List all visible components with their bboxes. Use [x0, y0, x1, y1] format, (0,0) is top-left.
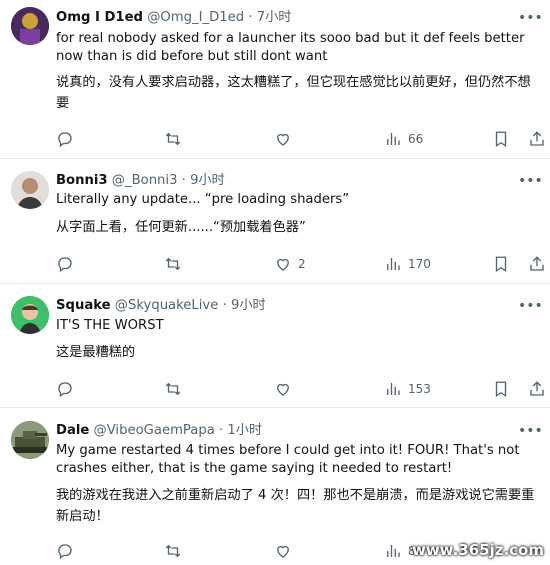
- timestamp[interactable]: 7小时: [257, 10, 292, 25]
- timestamp[interactable]: 1小时: [227, 423, 262, 438]
- tweet[interactable]: Squake @SkyquakeLive · 9小时 ••• IT'S THE …: [0, 284, 550, 408]
- tweet-header: Bonni3 @_Bonni3 · 9小时: [56, 172, 225, 190]
- tweet[interactable]: Omg I D1ed @Omg_I_D1ed · 7小时 ••• for rea…: [0, 0, 550, 159]
- like-button[interactable]: [274, 379, 298, 399]
- bookmark-button[interactable]: [492, 129, 510, 149]
- tweet-text: IT'S THE WORST: [56, 318, 164, 333]
- tweet-translation: 说真的，没有人要求启动器，这太糟糕了，但它现在感觉比以前更好，但仍然不想要: [56, 75, 531, 111]
- retweet-icon: [165, 257, 181, 271]
- like-icon: [277, 258, 289, 271]
- views-count: 66: [408, 132, 424, 146]
- retweet-button[interactable]: [164, 129, 182, 149]
- like-icon: [277, 545, 289, 558]
- views-button[interactable]: 170: [384, 254, 431, 274]
- display-name[interactable]: Omg I D1ed: [56, 10, 143, 25]
- bookmark-button[interactable]: [492, 379, 510, 399]
- tweet[interactable]: Dale @VibeoGaemPapa · 1小时 ••• My game re…: [0, 408, 550, 565]
- share-icon: [530, 256, 544, 271]
- reply-button[interactable]: [56, 254, 74, 274]
- more-icon[interactable]: •••: [518, 423, 543, 439]
- bookmark-icon: [495, 381, 507, 398]
- share-button[interactable]: [528, 129, 546, 149]
- user-handle[interactable]: @Omg_I_D1ed: [147, 10, 244, 25]
- tweet-actions: 2 170: [56, 254, 544, 274]
- separator-dot: ·: [222, 298, 227, 313]
- views-icon: [387, 133, 400, 145]
- reply-button[interactable]: [56, 541, 74, 561]
- avatar[interactable]: [11, 421, 49, 459]
- views-button[interactable]: 8: [384, 541, 416, 561]
- tweet-actions: 66: [56, 129, 544, 149]
- views-count: 153: [408, 382, 431, 396]
- bookmark-icon: [495, 256, 507, 273]
- like-button[interactable]: [274, 541, 298, 561]
- retweet-button[interactable]: [164, 541, 182, 561]
- reply-icon: [58, 544, 72, 560]
- views-icon: [387, 258, 400, 270]
- separator-dot: ·: [219, 423, 224, 438]
- reply-button[interactable]: [56, 379, 74, 399]
- more-icon[interactable]: •••: [518, 10, 543, 26]
- reply-icon: [58, 382, 72, 398]
- tweet-header: Omg I D1ed @Omg_I_D1ed · 7小时: [56, 9, 291, 27]
- user-handle[interactable]: @SkyquakeLive: [115, 298, 219, 313]
- like-count: 2: [298, 257, 306, 271]
- avatar[interactable]: [11, 171, 49, 209]
- timestamp[interactable]: 9小时: [190, 173, 225, 188]
- bookmark-icon: [495, 131, 507, 148]
- share-icon: [530, 381, 544, 396]
- views-icon: [387, 545, 400, 557]
- tweet-header: Dale @VibeoGaemPapa · 1小时: [56, 422, 262, 440]
- tweet-header: Squake @SkyquakeLive · 9小时: [56, 297, 266, 315]
- separator-dot: ·: [248, 10, 253, 25]
- views-count: 170: [408, 257, 431, 271]
- like-icon: [277, 133, 289, 146]
- tweet-translation: 我的游戏在我进入之前重新启动了 4 次！四！那也不是崩溃，而是游戏说它需要重新启…: [56, 488, 535, 524]
- share-icon: [530, 131, 544, 146]
- reply-button[interactable]: [56, 129, 74, 149]
- tweet-text: Literally any update... “pre loading sha…: [56, 192, 350, 207]
- retweet-button[interactable]: [164, 379, 182, 399]
- timestamp[interactable]: 9小时: [231, 298, 266, 313]
- retweet-icon: [165, 544, 181, 558]
- tweet-text: for real nobody asked for a launcher its…: [56, 31, 525, 64]
- display-name[interactable]: Squake: [56, 298, 111, 313]
- views-icon: [387, 383, 400, 395]
- like-icon: [277, 383, 289, 396]
- separator-dot: ·: [181, 173, 186, 188]
- retweet-icon: [165, 382, 181, 396]
- views-button[interactable]: 66: [384, 129, 423, 149]
- avatar[interactable]: [11, 296, 49, 334]
- share-button[interactable]: [528, 379, 546, 399]
- watermark: www.365jz.com: [411, 541, 544, 559]
- more-icon[interactable]: •••: [518, 173, 543, 189]
- tweet-actions: 153: [56, 379, 544, 399]
- display-name[interactable]: Dale: [56, 423, 89, 438]
- more-icon[interactable]: •••: [518, 298, 543, 314]
- user-handle[interactable]: @_Bonni3: [112, 173, 178, 188]
- like-button[interactable]: 2: [274, 254, 306, 274]
- retweet-button[interactable]: [164, 254, 182, 274]
- reply-icon: [58, 257, 72, 273]
- like-button[interactable]: [274, 129, 298, 149]
- tweet[interactable]: Bonni3 @_Bonni3 · 9小时 ••• Literally any …: [0, 159, 550, 284]
- tweet-text: My game restarted 4 times before I could…: [56, 443, 520, 476]
- share-button[interactable]: [528, 254, 546, 274]
- tweet-translation: 这是最糟糕的: [56, 345, 136, 360]
- tweet-translation: 从字面上看，任何更新......“预加载着色器”: [56, 220, 306, 235]
- reply-icon: [58, 132, 72, 148]
- bookmark-button[interactable]: [492, 254, 510, 274]
- display-name[interactable]: Bonni3: [56, 173, 108, 188]
- user-handle[interactable]: @VibeoGaemPapa: [94, 423, 215, 438]
- retweet-icon: [165, 132, 181, 146]
- avatar[interactable]: [11, 7, 49, 45]
- views-button[interactable]: 153: [384, 379, 431, 399]
